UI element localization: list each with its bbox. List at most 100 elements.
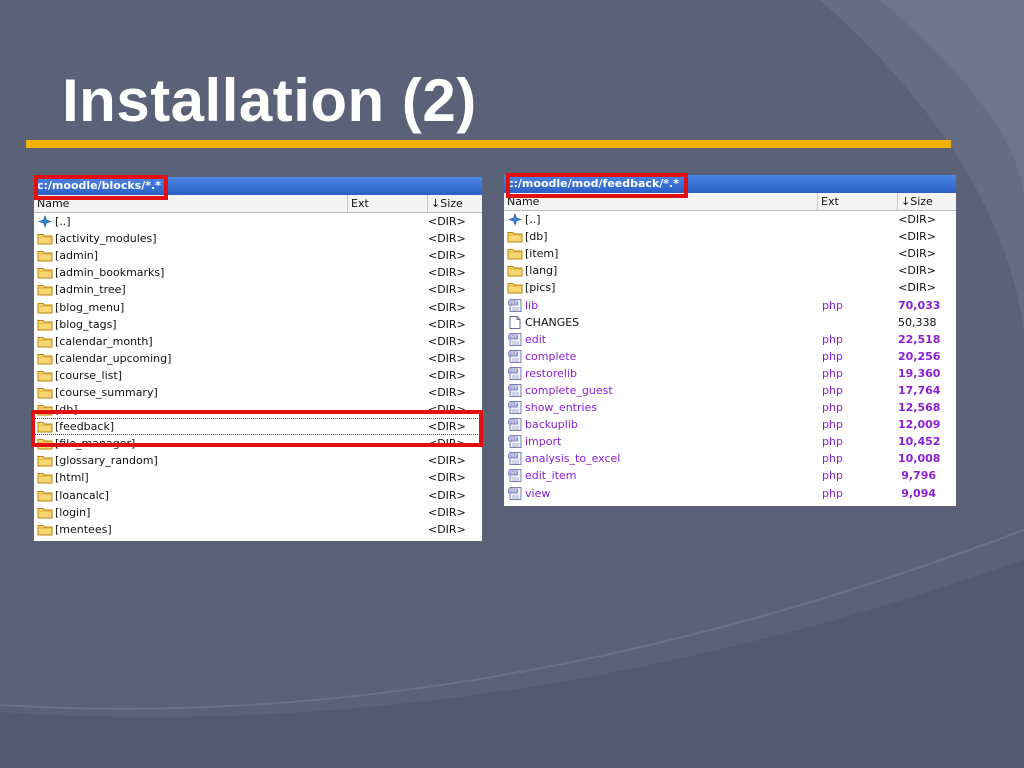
parent-dir-icon — [37, 215, 53, 228]
file-row[interactable]: PHP lib php 70,033 — [504, 296, 956, 313]
directory-row[interactable]: [blog_tags] <DIR> — [34, 316, 482, 333]
directory-row[interactable]: [calendar_month] <DIR> — [34, 333, 482, 350]
file-row[interactable]: PHP show_entries php 12,568 — [504, 399, 956, 416]
php-file-icon: PHP — [507, 418, 523, 432]
php-file-icon: PHP — [507, 383, 523, 397]
directory-row[interactable]: [..] <DIR> — [504, 211, 956, 228]
file-name: [item] — [525, 247, 559, 261]
file-name: [course_list] — [55, 368, 123, 382]
directory-row[interactable]: [item] <DIR> — [504, 245, 956, 262]
php-file-icon: PHP — [507, 452, 523, 466]
directory-row[interactable]: [pics] <DIR> — [504, 279, 956, 296]
file-row[interactable]: PHP view php 9,094 — [504, 485, 956, 502]
size-column-header[interactable]: ↓Size — [898, 193, 956, 210]
php-file-icon: PHP — [507, 486, 523, 500]
directory-row[interactable]: [course_summary] <DIR> — [34, 384, 482, 401]
file-name: edit_item — [525, 469, 577, 483]
directory-row[interactable]: [login] <DIR> — [34, 504, 482, 521]
file-row[interactable]: PHP backuplib php 12,009 — [504, 416, 956, 433]
file-row[interactable]: PHP complete_guest php 17,764 — [504, 382, 956, 399]
php-file-icon: PHP — [507, 435, 523, 449]
file-size-cell: <DIR> — [428, 522, 466, 536]
file-name: [lang] — [525, 264, 558, 278]
directory-row[interactable]: [activity_modules] <DIR> — [34, 230, 482, 247]
file-name: view — [525, 486, 551, 500]
directory-row[interactable]: [lang] <DIR> — [504, 262, 956, 279]
file-name: analysis_to_excel — [525, 452, 621, 466]
file-name-cell: [loancalc] — [34, 487, 348, 504]
file-name: [admin_tree] — [55, 283, 126, 297]
directory-row[interactable]: [admin_tree] <DIR> — [34, 281, 482, 298]
file-ext-cell: php — [822, 349, 843, 363]
file-name: complete_guest — [525, 383, 613, 397]
directory-row[interactable]: [mentees] <DIR> — [34, 521, 482, 538]
file-name-cell: PHP edit — [504, 331, 818, 348]
file-ext-cell: php — [822, 366, 843, 380]
file-row[interactable]: PHP edit_item php 9,796 — [504, 467, 956, 484]
directory-row[interactable]: [calendar_upcoming] <DIR> — [34, 350, 482, 367]
file-name-cell: [html] — [34, 469, 348, 486]
file-row[interactable]: PHP import php 10,452 — [504, 433, 956, 450]
file-ext-cell: php — [822, 298, 843, 312]
ext-column-header[interactable]: Ext — [348, 195, 428, 212]
php-file-icon: PHP — [507, 469, 523, 483]
parent-dir-icon — [507, 213, 523, 226]
file-name: [pics] — [525, 281, 556, 295]
file-row[interactable]: PHP restorelib php 19,360 — [504, 365, 956, 382]
file-row[interactable]: PHP edit php 22,518 — [504, 331, 956, 348]
directory-row[interactable]: [blog_menu] <DIR> — [34, 298, 482, 315]
file-name-cell: PHP show_entries — [504, 399, 818, 416]
file-size-cell: 9,094 — [901, 486, 936, 500]
svg-text:PHP: PHP — [509, 351, 517, 356]
file-row[interactable]: PHP complete php 20,256 — [504, 348, 956, 365]
file-name-cell: [pics] — [504, 279, 818, 296]
file-size-cell: <DIR> — [428, 249, 466, 263]
directory-row[interactable]: [..] <DIR> — [34, 213, 482, 230]
file-name-cell: [calendar_upcoming] — [34, 350, 348, 367]
directory-row[interactable]: [loancalc] <DIR> — [34, 487, 482, 504]
file-row[interactable]: CHANGES 50,338 — [504, 314, 956, 331]
title-accent-rule — [26, 140, 951, 148]
file-name-cell: PHP backuplib — [504, 416, 818, 433]
directory-row[interactable]: [db] <DIR> — [504, 228, 956, 245]
file-row[interactable]: PHP analysis_to_excel php 10,008 — [504, 450, 956, 467]
folder-icon — [37, 506, 53, 519]
file-ext-cell: php — [822, 401, 843, 415]
php-file-icon: PHP — [507, 366, 523, 380]
directory-row[interactable]: [html] <DIR> — [34, 469, 482, 486]
slide-title: Installation (2) — [62, 67, 477, 134]
svg-text:PHP: PHP — [509, 488, 517, 493]
file-size-cell: 70,033 — [898, 298, 941, 312]
size-column-header[interactable]: ↓Size — [428, 195, 482, 212]
file-name-cell: [db] — [504, 228, 818, 245]
file-size-cell: 20,256 — [898, 349, 941, 363]
folder-icon — [37, 266, 53, 279]
file-name: show_entries — [525, 401, 598, 415]
file-name-cell: PHP restorelib — [504, 365, 818, 382]
file-size-cell: 50,338 — [898, 315, 937, 329]
file-ext-cell: php — [822, 383, 843, 397]
right-path-highlight — [506, 173, 688, 198]
folder-icon — [37, 249, 53, 262]
ext-column-header[interactable]: Ext — [818, 193, 898, 210]
directory-row[interactable]: [glossary_random] <DIR> — [34, 452, 482, 469]
directory-row[interactable]: [course_list] <DIR> — [34, 367, 482, 384]
file-name: [mentees] — [55, 522, 112, 536]
file-name: import — [525, 435, 562, 449]
php-file-icon: PHP — [507, 349, 523, 363]
file-name-cell: [glossary_random] — [34, 452, 348, 469]
file-size-cell: 12,568 — [898, 401, 941, 415]
directory-row[interactable]: [admin_bookmarks] <DIR> — [34, 264, 482, 281]
file-name-cell: [lang] — [504, 262, 818, 279]
file-name: [calendar_month] — [55, 334, 153, 348]
file-size-cell: <DIR> — [898, 213, 936, 227]
file-size-cell: <DIR> — [428, 505, 466, 519]
file-name-cell: [mentees] — [34, 521, 348, 538]
file-name-cell: [item] — [504, 245, 818, 262]
file-size-cell: <DIR> — [428, 317, 466, 331]
file-name: complete — [525, 349, 577, 363]
file-size-cell: <DIR> — [428, 454, 466, 468]
php-file-icon: PHP — [507, 332, 523, 346]
file-name: restorelib — [525, 366, 577, 380]
directory-row[interactable]: [admin] <DIR> — [34, 247, 482, 264]
